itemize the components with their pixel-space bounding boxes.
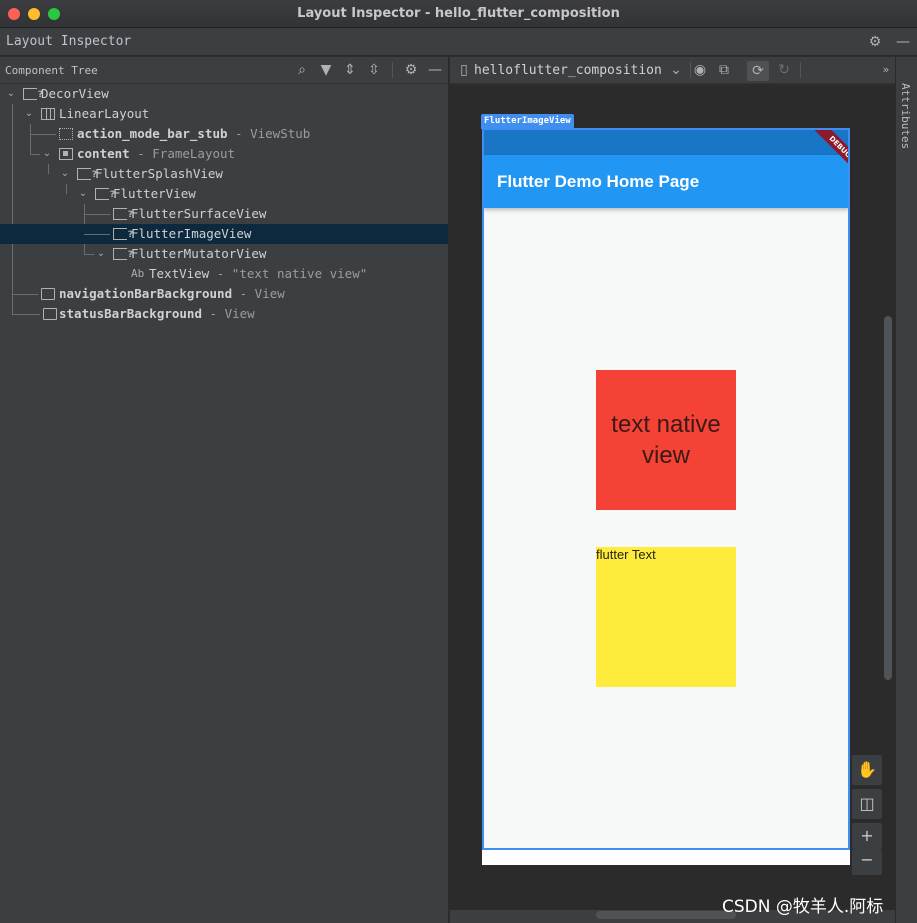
component-tree-panel: Component Tree ⌕ ▼ ⇕ ⇳ ⚙ — ⌄ DecorView ⌄… [0, 57, 449, 923]
chevron-down-icon[interactable]: ⌄ [5, 84, 17, 104]
layers-3d-icon[interactable]: ◫ [852, 789, 882, 819]
canvas-controls: ✋ ◫ + − [852, 755, 882, 879]
minimize-window-button[interactable] [28, 8, 40, 20]
overflow-icon[interactable]: » [878, 62, 894, 78]
filter-icon[interactable]: ▼ [318, 62, 334, 78]
unknown-view-icon [113, 248, 133, 260]
native-text-view[interactable]: text native view [596, 370, 736, 510]
chevron-down-icon[interactable]: ⌄ [95, 244, 107, 264]
device-icon: ▯ [460, 62, 468, 78]
settings-gear-icon[interactable]: ⚙ [403, 62, 419, 78]
tree-row-fluttersplashview[interactable]: ⌄ FlutterSplashView [0, 164, 448, 184]
attributes-tab-label: Attributes [899, 83, 912, 150]
chevron-down-icon[interactable]: ⌄ [41, 144, 53, 164]
chevron-down-icon[interactable]: ⌄ [77, 184, 89, 204]
zoom-in-icon[interactable]: + [852, 823, 882, 849]
unknown-view-icon [113, 228, 133, 240]
unknown-view-icon [95, 188, 115, 200]
frame-layout-icon [59, 148, 73, 160]
unknown-view-icon [23, 88, 43, 100]
expand-all-icon[interactable]: ⇕ [342, 62, 358, 78]
tool-window-header: Layout Inspector ⚙ — [0, 28, 917, 56]
live-updates-icon[interactable]: ⟳ [747, 61, 769, 81]
tree-row-flutterimageview[interactable]: FlutterImageView [0, 224, 448, 244]
component-tree-toolbar: Component Tree ⌕ ▼ ⇕ ⇳ ⚙ — [0, 57, 448, 84]
tree-row-decorview[interactable]: ⌄ DecorView [0, 84, 448, 104]
view-icon [43, 308, 57, 320]
app-title: Flutter Demo Home Page [497, 172, 700, 191]
tree-row-navigationbarbackground[interactable]: navigationBarBackground - View [0, 284, 448, 304]
flutter-text-box[interactable]: flutter Text [596, 547, 736, 687]
pan-hand-icon[interactable]: ✋ [852, 755, 882, 785]
window-title: Layout Inspector - hello_flutter_composi… [297, 6, 620, 21]
window-title-bar: Layout Inspector - hello_flutter_composi… [0, 0, 917, 28]
chevron-down-icon[interactable]: ⌄ [23, 104, 35, 124]
gear-icon[interactable]: ⚙ [867, 34, 883, 50]
tree-row-action-mode-bar-stub[interactable]: action_mode_bar_stub - ViewStub [0, 124, 448, 144]
watermark: CSDN @牧羊人.阿标 [722, 897, 884, 917]
refresh-icon[interactable]: ↻ [776, 62, 792, 78]
unknown-view-icon [113, 208, 133, 220]
attributes-side-tab[interactable]: Attributes [895, 57, 917, 923]
zoom-window-button[interactable] [48, 8, 60, 20]
chevron-down-icon[interactable]: ⌄ [668, 62, 684, 78]
tree-row-fluttersurfaceview[interactable]: FlutterSurfaceView [0, 204, 448, 224]
tree-row-content[interactable]: ⌄ content - FrameLayout [0, 144, 448, 164]
debug-banner: DEBUG [792, 129, 849, 179]
inspector-toolbar: ▯ helloflutter_composition ⌄ ◉ ⧉ ⟳ ↻ » [450, 57, 895, 84]
zoom-out-icon[interactable]: − [852, 849, 882, 875]
native-view-text: text native view [611, 411, 721, 469]
component-tree-label: Component Tree [5, 63, 98, 77]
close-window-button[interactable] [8, 8, 20, 20]
vertical-scrollbar[interactable] [884, 316, 892, 680]
device-bottom-edge [482, 850, 850, 865]
search-icon[interactable]: ⌕ [294, 62, 310, 78]
tree-row-textview[interactable]: Ab TextView - "text native view" [0, 264, 448, 284]
hide-panel-icon[interactable]: — [427, 62, 443, 78]
process-selector[interactable]: helloflutter_composition [474, 63, 662, 78]
selection-label: FlutterImageView [481, 114, 574, 129]
textview-icon: Ab [131, 267, 145, 280]
tree-row-flutterview[interactable]: ⌄ FlutterView [0, 184, 448, 204]
tree-row-statusbarbackground[interactable]: statusBarBackground - View [0, 304, 448, 324]
eye-icon[interactable]: ◉ [692, 62, 708, 78]
snapshot-icon[interactable]: ⧉ [716, 62, 732, 78]
linear-layout-icon [41, 108, 55, 120]
tool-window-title: Layout Inspector [6, 34, 132, 49]
flutter-text: flutter Text [596, 547, 656, 562]
minimize-icon[interactable]: — [895, 34, 911, 50]
tree-row-fluttermutatorview[interactable]: ⌄ FlutterMutatorView [0, 244, 448, 264]
viewstub-icon [59, 128, 73, 140]
horizontal-scrollbar[interactable] [596, 911, 736, 919]
view-icon [41, 288, 55, 300]
collapse-all-icon[interactable]: ⇳ [366, 62, 382, 78]
unknown-view-icon [77, 168, 97, 180]
chevron-down-icon[interactable]: ⌄ [59, 164, 71, 184]
tree-row-linearlayout[interactable]: ⌄ LinearLayout [0, 104, 448, 124]
